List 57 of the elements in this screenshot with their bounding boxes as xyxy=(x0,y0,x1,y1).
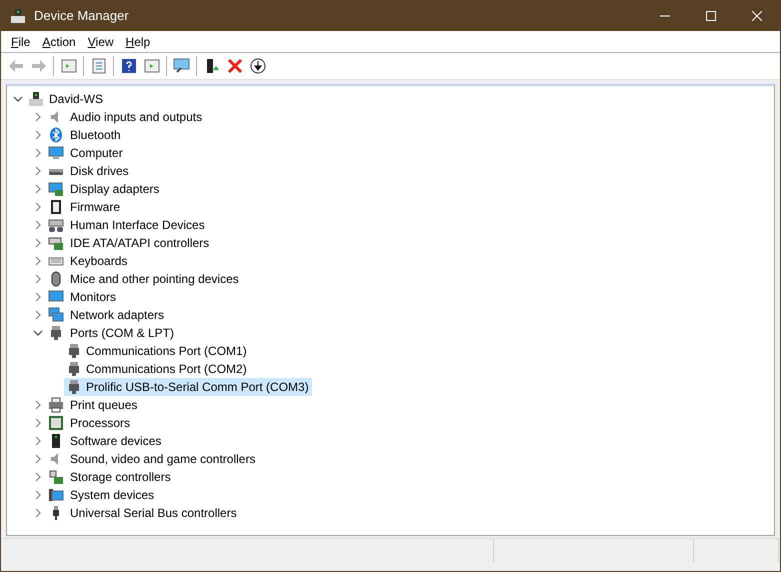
computer-icon xyxy=(28,91,44,107)
tree-item[interactable]: Ports (COM & LPT) xyxy=(68,324,176,342)
down-arrow-circle-icon xyxy=(250,58,266,74)
window-title: Device Manager xyxy=(34,6,129,25)
processor-icon xyxy=(48,415,64,431)
menu-item[interactable]: Action xyxy=(36,32,82,50)
menu-item[interactable]: View xyxy=(82,32,120,50)
tree-item[interactable]: Audio inputs and outputs xyxy=(68,108,204,126)
menu-item[interactable]: File xyxy=(5,32,36,50)
monitor-icon xyxy=(48,145,64,161)
controller-icon xyxy=(48,235,64,251)
port-icon xyxy=(66,379,82,395)
tree-item[interactable]: Computer xyxy=(68,144,125,162)
port-icon xyxy=(48,325,64,341)
tree-item[interactable]: Communications Port (COM2) xyxy=(64,360,250,378)
port-icon xyxy=(66,361,82,377)
keyboard-icon xyxy=(48,217,64,233)
tree-item[interactable]: Sound, video and game controllers xyxy=(68,450,258,468)
tree-item[interactable]: Human Interface Devices xyxy=(68,216,207,234)
tree-item[interactable]: IDE ATA/ATAPI controllers xyxy=(68,234,212,252)
tree-item[interactable]: Disk drives xyxy=(68,162,131,180)
tree-item[interactable]: Mice and other pointing devices xyxy=(68,270,241,288)
menu-item[interactable]: Help xyxy=(120,32,156,50)
display-card-icon xyxy=(48,181,64,197)
tree-item[interactable]: Software devices xyxy=(68,432,164,450)
tree-item[interactable]: Prolific USB-to-Serial Comm Port (COM3) xyxy=(64,378,312,396)
port-icon xyxy=(66,343,82,359)
tree-item[interactable]: Storage controllers xyxy=(68,468,173,486)
chip-icon xyxy=(48,199,64,215)
tree-item[interactable]: Bluetooth xyxy=(68,126,123,144)
bluetooth-icon xyxy=(48,127,64,143)
tree-item[interactable]: Print queues xyxy=(68,396,140,414)
window-pane-icon xyxy=(60,58,76,74)
tree-item[interactable]: System devices xyxy=(68,486,156,504)
forward-arrow-icon xyxy=(30,58,46,74)
tree-item[interactable]: Monitors xyxy=(68,288,118,306)
system-icon xyxy=(48,487,64,503)
cross-icon xyxy=(226,58,242,74)
printer-icon xyxy=(48,397,64,413)
tree-item[interactable]: Display adapters xyxy=(68,180,162,198)
controller-icon xyxy=(48,469,64,485)
tree-item[interactable]: David-WS xyxy=(48,90,104,108)
monitor-search-icon xyxy=(172,58,190,74)
tree-item[interactable]: Firmware xyxy=(68,198,122,216)
tree-item[interactable]: Processors xyxy=(68,414,132,432)
close-icon xyxy=(752,10,762,20)
maximize-icon xyxy=(706,10,716,20)
back-arrow-icon xyxy=(8,58,24,74)
tree-item[interactable]: Universal Serial Bus controllers xyxy=(68,504,239,522)
window-pane-icon xyxy=(144,58,160,74)
network-icon xyxy=(48,307,64,323)
tree-item[interactable]: Communications Port (COM1) xyxy=(64,342,250,360)
computer-icon xyxy=(10,8,26,24)
help-icon xyxy=(120,58,136,74)
tree-item[interactable]: Network adapters xyxy=(68,306,166,324)
document-icon xyxy=(90,58,106,74)
tree-item[interactable]: Keyboards xyxy=(68,252,130,270)
